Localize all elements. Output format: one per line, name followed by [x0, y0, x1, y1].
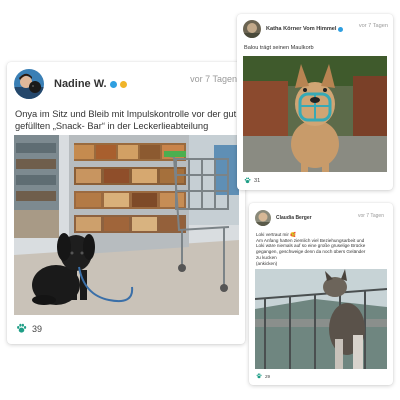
post-text-line: (ankicken) — [256, 260, 278, 266]
post-header: Katha Körner Vom Himmel — [243, 20, 344, 38]
post-text: Onya im Sitz und Bleib mit Impulskontrol… — [15, 109, 237, 131]
author-name[interactable]: Claudia Berger — [276, 215, 312, 221]
post-text: Balou trägt seinen Maulkorb — [244, 45, 314, 51]
avatar[interactable] — [14, 69, 44, 99]
post-card-claudia[interactable]: Claudia Berger vor 7 Tagen Loki vertraut… — [249, 203, 393, 385]
like-count: 31 — [254, 177, 261, 184]
verified-badge-icon — [109, 80, 117, 88]
avatar[interactable] — [243, 20, 261, 38]
like-count: 39 — [32, 323, 43, 334]
post-photo[interactable] — [14, 135, 239, 315]
post-time: vor 7 Tagen — [190, 74, 237, 84]
author-name[interactable]: Katha Körner Vom Himmel — [266, 26, 336, 32]
paw-icon[interactable] — [256, 373, 262, 379]
post-photo[interactable] — [255, 269, 387, 369]
like-row[interactable]: 31 — [244, 177, 260, 184]
post-time: vor 7 Tagen — [358, 23, 388, 29]
post-header: Claudia Berger — [255, 210, 312, 226]
verified-badge-icon — [338, 26, 344, 32]
post-time: vor 7 Tagen — [357, 213, 384, 219]
paw-icon[interactable] — [244, 177, 251, 184]
post-photo[interactable] — [243, 56, 387, 172]
post-card-katha[interactable]: Katha Körner Vom Himmel vor 7 Tagen Balo… — [237, 14, 393, 190]
author-name[interactable]: Nadine W. — [54, 78, 107, 90]
like-row[interactable]: 39 — [16, 323, 42, 334]
post-text: Loki vertraut mir 🥰 Am Anfang hatten zie… — [256, 232, 388, 266]
paw-icon[interactable] — [16, 323, 27, 334]
avatar[interactable] — [255, 210, 271, 226]
like-count: 29 — [265, 373, 271, 379]
post-header: Nadine W. — [14, 69, 127, 99]
post-card-nadine[interactable]: Nadine W. vor 7 Tagen Onya im Sitz und B… — [7, 62, 245, 344]
gold-badge-icon — [119, 80, 127, 88]
like-row[interactable]: 29 — [256, 373, 270, 379]
